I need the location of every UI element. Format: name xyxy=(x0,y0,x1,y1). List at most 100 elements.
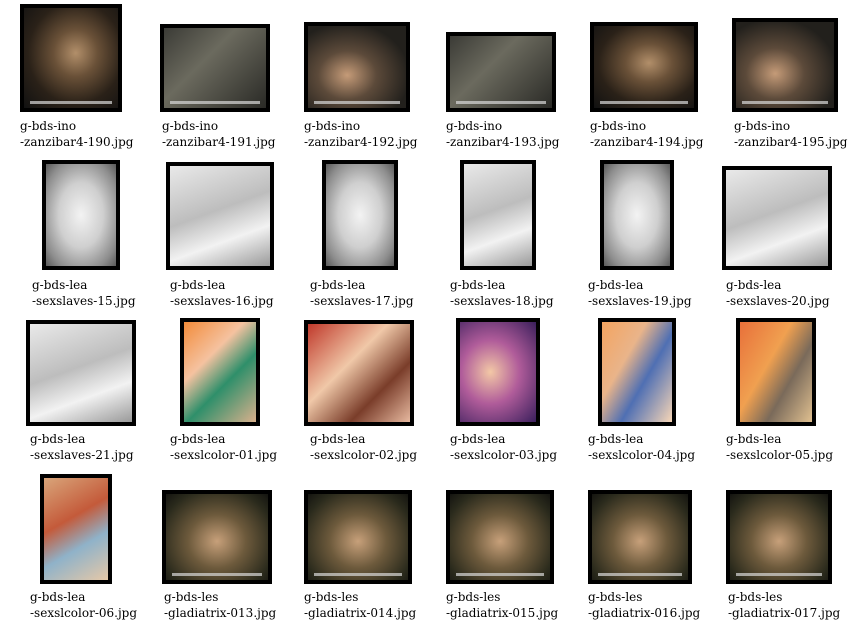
thumbnail-image[interactable] xyxy=(722,166,832,270)
thumbnail-caption[interactable]: g-bds-lea -sexslcolor-05.jpg xyxy=(726,431,833,463)
thumbnail-image[interactable] xyxy=(600,160,674,270)
caption-line2: -sexslaves-20.jpg xyxy=(726,294,830,308)
thumbnail-item[interactable]: g-bds-ino -zanzibar4-192.jpg xyxy=(304,22,444,172)
caption-line2: -zanzibar4-195.jpg xyxy=(734,135,848,149)
thumbnail-item[interactable]: g-bds-lea -sexslcolor-03.jpg xyxy=(450,318,590,468)
thumbnail-image[interactable] xyxy=(20,4,122,112)
thumbnail-image[interactable] xyxy=(588,490,692,584)
caption-line1: g-bds-ino xyxy=(734,119,791,133)
thumbnail-item[interactable]: g-bds-lea -sexslcolor-02.jpg xyxy=(304,320,450,470)
thumbnail-image[interactable] xyxy=(726,490,832,584)
thumbnail-item[interactable]: g-bds-lea -sexslcolor-01.jpg xyxy=(170,318,310,468)
thumbnail-caption[interactable]: g-bds-lea -sexslcolor-06.jpg xyxy=(30,589,137,621)
caption-line2: -sexslcolor-04.jpg xyxy=(588,448,696,462)
thumbnail-caption[interactable]: g-bds-les -gladiatrix-016.jpg xyxy=(588,589,700,621)
caption-line1: g-bds-les xyxy=(164,590,219,604)
caption-line2: -zanzibar4-192.jpg xyxy=(304,135,418,149)
caption-line2: -sexslcolor-02.jpg xyxy=(310,448,418,462)
thumbnail-item[interactable]: g-bds-ino -zanzibar4-191.jpg xyxy=(160,24,302,174)
thumbnail-image[interactable] xyxy=(40,474,112,584)
caption-line1: g-bds-lea xyxy=(726,432,782,446)
thumbnail-item[interactable]: g-bds-lea -sexslaves-20.jpg xyxy=(722,166,858,316)
thumbnail-item[interactable]: g-bds-lea -sexslaves-17.jpg xyxy=(310,160,450,310)
thumbnail-caption[interactable]: g-bds-lea -sexslaves-16.jpg xyxy=(170,277,274,309)
caption-line1: g-bds-les xyxy=(446,590,501,604)
thumbnail-caption[interactable]: g-bds-ino -zanzibar4-190.jpg xyxy=(20,118,133,150)
thumbnail-caption[interactable]: g-bds-les -gladiatrix-015.jpg xyxy=(446,589,558,621)
thumbnail-image[interactable] xyxy=(26,320,136,426)
thumbnail-caption[interactable]: g-bds-lea -sexslcolor-04.jpg xyxy=(588,431,695,463)
caption-line2: -sexslaves-19.jpg xyxy=(588,294,692,308)
caption-line2: -sexslaves-18.jpg xyxy=(450,294,554,308)
caption-line2: -zanzibar4-193.jpg xyxy=(446,135,560,149)
thumbnail-caption[interactable]: g-bds-lea -sexslaves-20.jpg xyxy=(726,277,830,309)
thumbnail-item[interactable]: g-bds-ino -zanzibar4-195.jpg xyxy=(732,18,858,168)
caption-line1: g-bds-lea xyxy=(170,432,226,446)
caption-line2: -zanzibar4-194.jpg xyxy=(590,135,704,149)
caption-line2: -gladiatrix-014.jpg xyxy=(304,606,417,620)
caption-line2: -zanzibar4-190.jpg xyxy=(20,135,134,149)
thumbnail-item[interactable]: g-bds-lea -sexslcolor-06.jpg xyxy=(30,474,170,624)
thumbnail-caption[interactable]: g-bds-lea -sexslaves-15.jpg xyxy=(32,277,136,309)
thumbnail-item[interactable]: g-bds-les -gladiatrix-015.jpg xyxy=(446,490,586,640)
thumbnail-item[interactable]: g-bds-les -gladiatrix-014.jpg xyxy=(304,490,444,640)
caption-line2: -sexslaves-21.jpg xyxy=(30,448,134,462)
thumbnail-caption[interactable]: g-bds-les -gladiatrix-013.jpg xyxy=(164,589,276,621)
thumbnail-item[interactable]: g-bds-lea -sexslaves-19.jpg xyxy=(588,160,728,310)
thumbnail-item[interactable]: g-bds-ino -zanzibar4-190.jpg xyxy=(20,4,160,154)
thumbnail-image[interactable] xyxy=(590,22,698,112)
thumbnail-caption[interactable]: g-bds-lea -sexslcolor-03.jpg xyxy=(450,431,557,463)
thumbnail-caption[interactable]: g-bds-lea -sexslaves-19.jpg xyxy=(588,277,692,309)
caption-line1: g-bds-lea xyxy=(32,278,88,292)
thumbnail-item[interactable]: g-bds-lea -sexslaves-15.jpg xyxy=(32,160,172,310)
thumbnail-image[interactable] xyxy=(446,490,554,584)
thumbnail-image[interactable] xyxy=(42,160,120,270)
thumbnail-item[interactable]: g-bds-lea -sexslcolor-04.jpg xyxy=(588,318,728,468)
caption-line2: -sexslcolor-01.jpg xyxy=(170,448,278,462)
thumbnail-caption[interactable]: g-bds-ino -zanzibar4-191.jpg xyxy=(162,118,275,150)
thumbnail-caption[interactable]: g-bds-les -gladiatrix-014.jpg xyxy=(304,589,416,621)
caption-line1: g-bds-ino xyxy=(162,119,219,133)
thumbnail-caption[interactable]: g-bds-ino -zanzibar4-192.jpg xyxy=(304,118,417,150)
thumbnail-caption[interactable]: g-bds-ino -zanzibar4-194.jpg xyxy=(590,118,703,150)
thumbnail-caption[interactable]: g-bds-lea -sexslaves-18.jpg xyxy=(450,277,554,309)
thumbnail-caption[interactable]: g-bds-lea -sexslaves-17.jpg xyxy=(310,277,414,309)
thumbnail-image[interactable] xyxy=(446,32,556,112)
thumbnail-caption[interactable]: g-bds-ino -zanzibar4-195.jpg xyxy=(734,118,847,150)
thumbnail-image[interactable] xyxy=(180,318,260,426)
thumbnail-image[interactable] xyxy=(736,318,816,426)
caption-line2: -gladiatrix-015.jpg xyxy=(446,606,559,620)
thumbnail-image[interactable] xyxy=(166,162,274,270)
thumbnail-image[interactable] xyxy=(304,490,412,584)
caption-line1: g-bds-ino xyxy=(590,119,647,133)
caption-line1: g-bds-lea xyxy=(450,432,506,446)
thumbnail-item[interactable]: g-bds-lea -sexslaves-16.jpg xyxy=(166,162,310,312)
thumbnail-caption[interactable]: g-bds-les -gladiatrix-017.jpg xyxy=(728,589,840,621)
thumbnail-image[interactable] xyxy=(322,160,398,270)
thumbnail-caption[interactable]: g-bds-ino -zanzibar4-193.jpg xyxy=(446,118,559,150)
thumbnail-image[interactable] xyxy=(598,318,676,426)
thumbnail-image[interactable] xyxy=(732,18,838,112)
thumbnail-caption[interactable]: g-bds-lea -sexslaves-21.jpg xyxy=(30,431,134,463)
caption-line2: -gladiatrix-017.jpg xyxy=(728,606,841,620)
thumbnail-image[interactable] xyxy=(460,160,536,270)
thumbnail-image[interactable] xyxy=(162,490,272,584)
caption-line2: -sexslcolor-05.jpg xyxy=(726,448,834,462)
thumbnail-image[interactable] xyxy=(304,320,414,426)
thumbnail-item[interactable]: g-bds-lea -sexslcolor-05.jpg xyxy=(726,318,858,468)
thumbnail-image[interactable] xyxy=(160,24,270,112)
thumbnail-item[interactable]: g-bds-lea -sexslaves-21.jpg xyxy=(26,320,170,470)
caption-line1: g-bds-les xyxy=(304,590,359,604)
thumbnail-caption[interactable]: g-bds-lea -sexslcolor-01.jpg xyxy=(170,431,277,463)
caption-line1: g-bds-lea xyxy=(30,590,86,604)
caption-line2: -sexslaves-17.jpg xyxy=(310,294,414,308)
thumbnail-image[interactable] xyxy=(456,318,540,426)
thumbnail-caption[interactable]: g-bds-lea -sexslcolor-02.jpg xyxy=(310,431,417,463)
thumbnail-item[interactable]: g-bds-les -gladiatrix-017.jpg xyxy=(726,490,858,640)
thumbnail-item[interactable]: g-bds-les -gladiatrix-016.jpg xyxy=(588,490,728,640)
thumbnail-item[interactable]: g-bds-les -gladiatrix-013.jpg xyxy=(162,490,304,640)
thumbnail-item[interactable]: g-bds-ino -zanzibar4-194.jpg xyxy=(590,22,730,172)
caption-line2: -sexslcolor-03.jpg xyxy=(450,448,558,462)
thumbnail-item[interactable]: g-bds-lea -sexslaves-18.jpg xyxy=(450,160,590,310)
thumbnail-image[interactable] xyxy=(304,22,410,112)
